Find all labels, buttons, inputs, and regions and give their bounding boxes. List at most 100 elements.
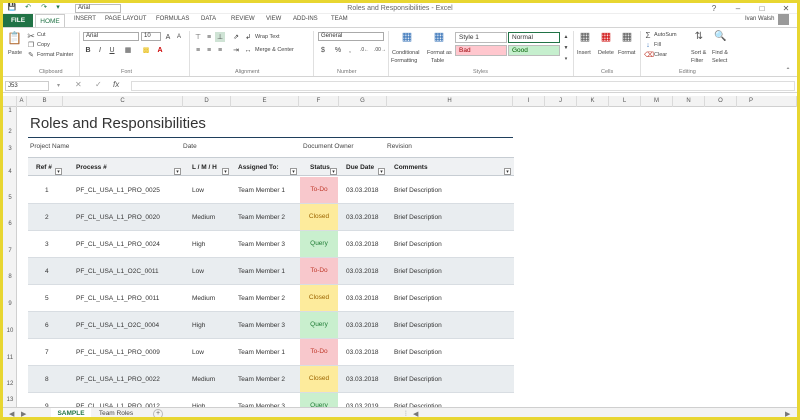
more-options-icon[interactable]: ⋮ xyxy=(403,410,409,417)
column-header[interactable]: M xyxy=(641,96,673,107)
column-header[interactable]: K xyxy=(577,96,609,107)
filter-dropdown-icon[interactable]: ▾ xyxy=(222,168,229,175)
insert-button[interactable]: Insert xyxy=(577,50,591,56)
column-header[interactable]: F xyxy=(299,96,339,107)
font-size-select[interactable]: 10 xyxy=(141,32,161,41)
restore-button[interactable]: □ xyxy=(751,3,773,14)
font-name-select[interactable]: Arial xyxy=(83,32,139,41)
font-color-icon[interactable]: A xyxy=(155,45,165,55)
select-label[interactable]: Select xyxy=(712,58,727,64)
style-1-cell[interactable]: Style 1 xyxy=(455,32,507,43)
filter-dropdown-icon[interactable]: ▾ xyxy=(504,168,511,175)
conditional-formatting-icon[interactable]: ▦ xyxy=(399,32,415,43)
enter-icon[interactable]: ✓ xyxy=(95,80,102,89)
wrap-text-icon[interactable]: ↲ xyxy=(243,32,253,42)
fill-color-icon[interactable]: ▩ xyxy=(141,45,151,55)
row-header[interactable]: 12 xyxy=(3,381,17,387)
column-header[interactable]: H xyxy=(387,96,513,107)
align-left-icon[interactable]: ≡ xyxy=(193,45,203,55)
wrap-text-button[interactable]: Wrap Text xyxy=(255,34,280,40)
number-format-select[interactable]: General xyxy=(318,32,384,41)
conditional-label[interactable]: Conditional xyxy=(392,50,420,56)
styles-scroll-down-icon[interactable]: ▼ xyxy=(561,43,571,53)
align-top-icon[interactable]: ⊤ xyxy=(193,32,203,42)
next-sheet-icon[interactable]: ▶ xyxy=(21,410,26,417)
sort-label[interactable]: Sort & xyxy=(691,50,706,56)
format-painter-icon[interactable]: ✎ xyxy=(27,51,35,61)
style-good-cell[interactable]: Good xyxy=(508,45,560,56)
row-header[interactable]: 9 xyxy=(3,301,17,307)
paste-label[interactable]: Paste xyxy=(8,50,22,56)
row-header[interactable]: 1 xyxy=(3,108,17,114)
tab-page-layout[interactable]: PAGE LAYOUT xyxy=(105,16,146,22)
function-icon[interactable]: fx xyxy=(113,80,119,89)
plus-icon[interactable]: + xyxy=(153,409,163,417)
italic-button[interactable]: I xyxy=(95,45,105,55)
tab-review[interactable]: REVIEW xyxy=(231,16,255,22)
fill-button[interactable]: Fill xyxy=(654,42,661,48)
collapse-ribbon-icon[interactable]: ⌃ xyxy=(783,66,793,76)
row-header[interactable]: 7 xyxy=(3,248,17,254)
scroll-right-icon[interactable]: ▶ xyxy=(785,410,790,417)
tab-data[interactable]: DATA xyxy=(201,16,216,22)
column-header[interactable]: N xyxy=(673,96,705,107)
borders-icon[interactable]: ▦ xyxy=(123,45,133,55)
decrease-decimal-icon[interactable]: .00→ xyxy=(373,45,386,55)
filter-label[interactable]: Filter xyxy=(691,58,703,64)
tab-file[interactable]: FILE xyxy=(3,14,33,27)
merge-center-button[interactable]: Merge & Center xyxy=(255,47,294,53)
table-row[interactable]: 3 PF_CL_USA_L1_PRO_0024 High Team Member 3 0… xyxy=(28,231,514,258)
find-label[interactable]: Find & xyxy=(712,50,728,56)
bold-button[interactable]: B xyxy=(83,45,93,55)
filter-dropdown-icon[interactable]: ▾ xyxy=(174,168,181,175)
tab-add-ins[interactable]: ADD-INS xyxy=(293,16,318,22)
filter-dropdown-icon[interactable]: ▾ xyxy=(55,168,62,175)
find-select-icon[interactable]: 🔍 xyxy=(714,32,726,42)
filter-dropdown-icon[interactable]: ▾ xyxy=(330,168,337,175)
table-row[interactable]: 1 PF_CL_USA_L1_PRO_0025 Low Team Member 1 03… xyxy=(28,177,514,204)
format-as-table-icon[interactable]: ▦ xyxy=(431,32,447,43)
tab-insert[interactable]: INSERT xyxy=(74,16,96,22)
increase-decimal-icon[interactable]: .0← xyxy=(359,45,369,55)
avatar[interactable] xyxy=(778,14,789,25)
shrink-font-icon[interactable]: A xyxy=(174,32,184,42)
prev-sheet-icon[interactable]: ◀ xyxy=(9,410,14,417)
column-header[interactable]: L xyxy=(609,96,641,107)
user-name[interactable]: Ivan Walsh xyxy=(745,16,774,22)
fill-icon[interactable]: ↓ xyxy=(644,41,652,51)
currency-icon[interactable]: $ xyxy=(318,45,328,55)
table-label[interactable]: Table xyxy=(431,58,444,64)
formula-input[interactable] xyxy=(131,81,795,91)
scroll-left-icon[interactable]: ◀ xyxy=(413,410,418,417)
column-header[interactable]: G xyxy=(339,96,387,107)
filter-dropdown-icon[interactable]: ▾ xyxy=(290,168,297,175)
table-row[interactable]: 5 PF_CL_USA_L1_PRO_0011 Medium Team Member … xyxy=(28,285,514,312)
row-header[interactable]: 3 xyxy=(3,146,17,152)
indent-icon[interactable]: ⇥ xyxy=(231,45,241,55)
table-row[interactable]: 4 PF_CL_USA_L1_O2C_0011 Low Team Member 1 03… xyxy=(28,258,514,285)
percent-button[interactable]: % xyxy=(333,45,343,55)
grow-font-icon[interactable]: A xyxy=(163,32,173,42)
help-icon[interactable]: ? xyxy=(703,3,725,14)
sort-filter-icon[interactable]: ⇅ xyxy=(693,32,705,42)
autosum-button[interactable]: AutoSum xyxy=(654,32,677,38)
column-header[interactable]: E xyxy=(231,96,299,107)
format-cells-icon[interactable]: ▦ xyxy=(620,32,634,43)
row-header[interactable]: 11 xyxy=(3,355,17,361)
format-as-label[interactable]: Format as xyxy=(427,50,452,56)
copy-icon[interactable]: ❐ xyxy=(27,41,35,51)
close-button[interactable]: ✕ xyxy=(775,3,797,14)
table-row[interactable]: 8 PF_CL_USA_L1_PRO_0022 Medium Team Member … xyxy=(28,366,514,393)
align-center-icon[interactable]: ≡ xyxy=(204,45,214,55)
name-box[interactable]: J53 xyxy=(5,81,49,91)
style-bad-cell[interactable]: Bad xyxy=(455,45,507,56)
select-all-corner[interactable] xyxy=(3,96,17,107)
align-middle-icon[interactable]: ≡ xyxy=(204,32,214,42)
delete-cells-icon[interactable]: ▦ xyxy=(599,32,613,43)
cut-icon[interactable]: ✂ xyxy=(27,31,35,41)
column-header[interactable]: J xyxy=(545,96,577,107)
tab-home[interactable]: HOME xyxy=(35,14,65,27)
row-header[interactable]: 2 xyxy=(3,129,17,135)
tab-view[interactable]: VIEW xyxy=(266,16,281,22)
column-header[interactable]: D xyxy=(183,96,231,107)
